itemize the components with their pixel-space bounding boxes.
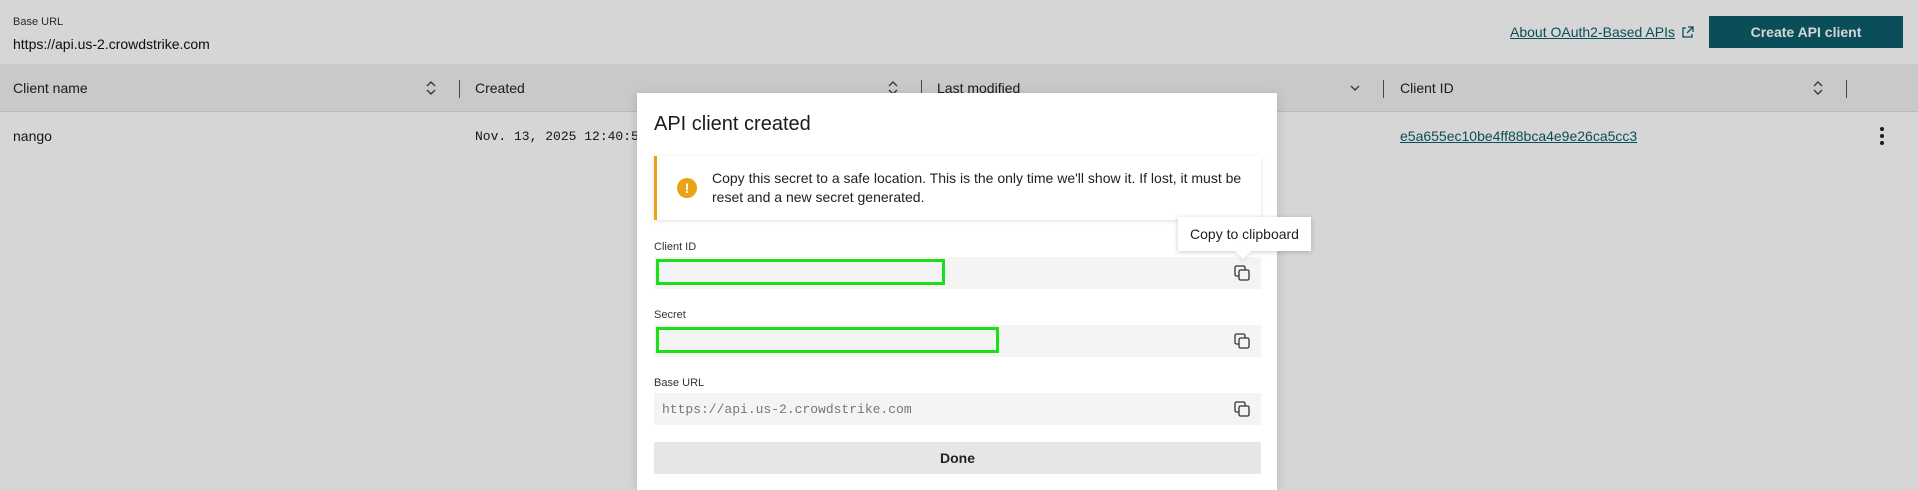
client-id-field[interactable] <box>654 257 1261 289</box>
client-id-value-highlight <box>656 259 945 285</box>
api-client-created-dialog: API client created ! Copy this secret to… <box>637 93 1277 490</box>
base-url-field[interactable]: https://api.us-2.crowdstrike.com <box>654 393 1261 425</box>
copy-icon[interactable] <box>1233 332 1251 350</box>
warning-banner: ! Copy this secret to a safe location. T… <box>654 156 1261 220</box>
base-url-field-value: https://api.us-2.crowdstrike.com <box>662 401 912 417</box>
copy-icon[interactable] <box>1233 264 1251 282</box>
secret-value-highlight <box>656 327 999 353</box>
client-id-label: Client ID <box>654 241 697 253</box>
secret-field[interactable] <box>654 325 1261 357</box>
warning-icon: ! <box>677 178 697 198</box>
base-url-field-label: Base URL <box>654 377 705 389</box>
copy-tooltip: Copy to clipboard <box>1178 217 1311 251</box>
dialog-title: API client created <box>654 113 811 135</box>
done-button[interactable]: Done <box>654 442 1261 474</box>
warning-text: Copy this secret to a safe location. Thi… <box>712 170 1242 205</box>
secret-label: Secret <box>654 309 686 321</box>
copy-icon[interactable] <box>1233 400 1251 418</box>
